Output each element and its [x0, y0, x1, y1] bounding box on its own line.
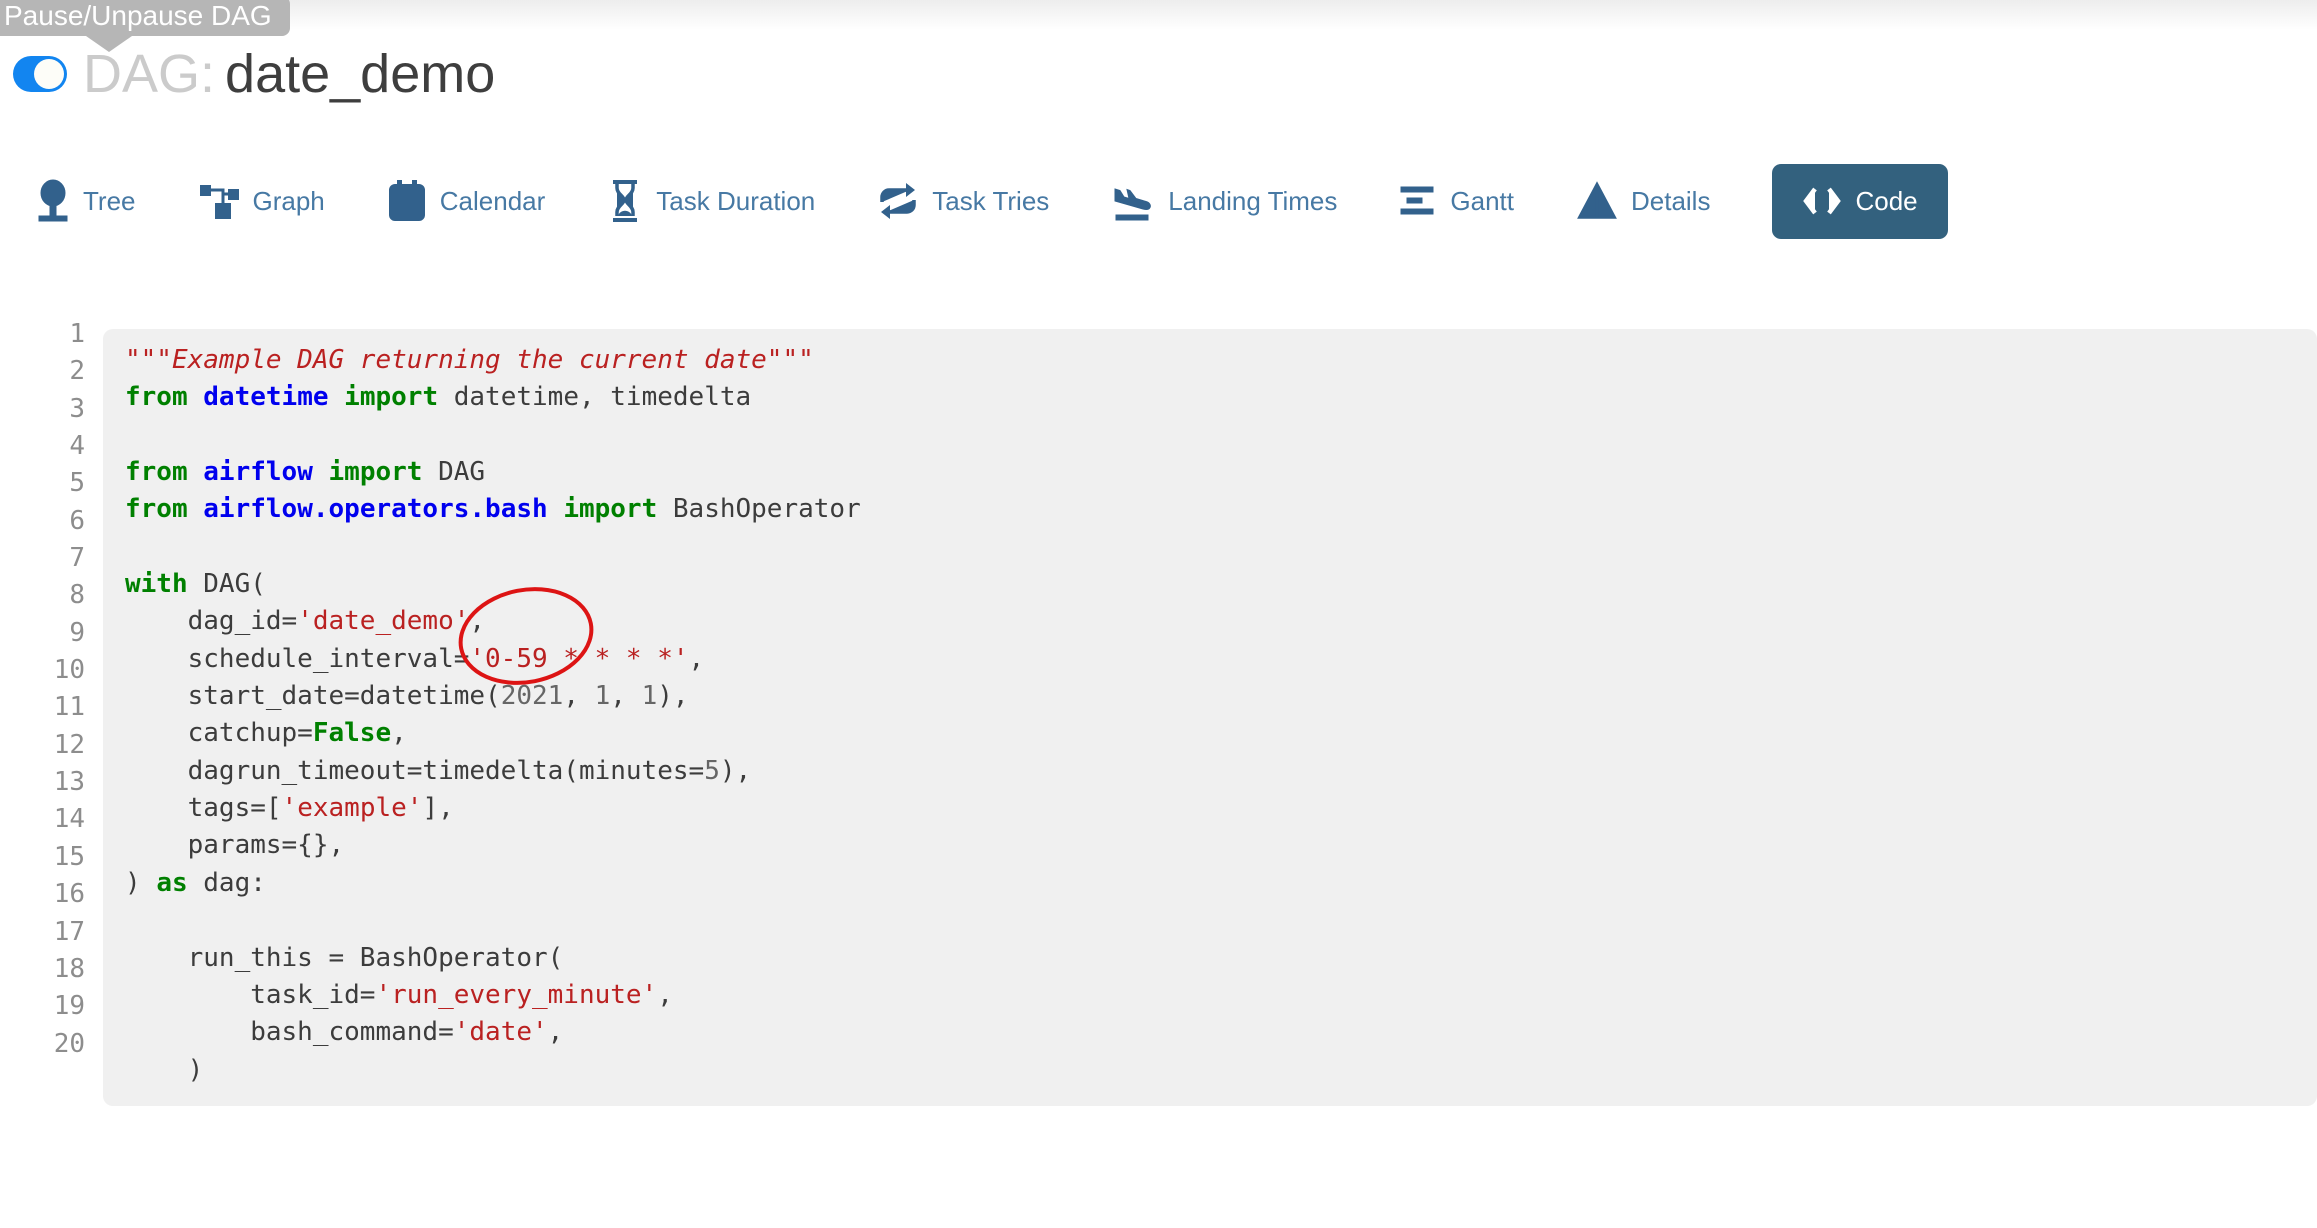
line-number: 14: [0, 801, 85, 838]
tab-landing-times[interactable]: Landing Times: [1111, 179, 1337, 223]
tab-label: Code: [1855, 186, 1917, 217]
gutter-gap: [85, 303, 103, 1132]
line-number: 10: [0, 652, 85, 689]
graph-icon: [198, 180, 240, 222]
line-number: 2: [0, 353, 85, 390]
code-line: dag_id='date_demo',: [125, 603, 2297, 640]
pause-tooltip-text: Pause/Unpause DAG: [4, 0, 272, 32]
tab-details[interactable]: Details: [1576, 181, 1710, 221]
line-number: 12: [0, 727, 85, 764]
code-line: bash_command='date',: [125, 1014, 2297, 1051]
tab-gantt[interactable]: Gantt: [1399, 181, 1514, 221]
dag-name: date_demo: [225, 44, 495, 104]
pause-tooltip: Pause/Unpause DAG: [0, 0, 290, 36]
line-number: 7: [0, 540, 85, 577]
code-line: params={},: [125, 827, 2297, 864]
code-viewer: 1234567891011121314151617181920 """Examp…: [0, 303, 2317, 1132]
line-number: 5: [0, 465, 85, 502]
line-number: 15: [0, 839, 85, 876]
line-number: 16: [0, 876, 85, 913]
tab-label: Graph: [253, 186, 325, 217]
tab-calendar[interactable]: Calendar: [387, 179, 546, 223]
line-number: 1: [0, 316, 85, 353]
line-number: 3: [0, 391, 85, 428]
line-number: 6: [0, 503, 85, 540]
line-number: 8: [0, 577, 85, 614]
tab-label: Task Tries: [932, 186, 1049, 217]
code-line: [125, 902, 2297, 939]
tab-code[interactable]: Code: [1772, 164, 1947, 239]
repeat-icon: [877, 180, 919, 222]
tab-tree[interactable]: Tree: [36, 179, 136, 223]
gantt-bars-icon: [1399, 181, 1437, 221]
dag-header: DAG:date_demo: [13, 44, 495, 104]
toggle-knob: [34, 59, 64, 89]
line-number: 20: [0, 1026, 85, 1063]
top-gradient: [0, 0, 2317, 30]
code-line: tags=['example'],: [125, 790, 2297, 827]
tab-label: Tree: [83, 186, 136, 217]
code-line: start_date=datetime(2021, 1, 1),: [125, 678, 2297, 715]
tab-label: Gantt: [1450, 186, 1514, 217]
tab-graph[interactable]: Graph: [198, 180, 325, 222]
line-number: 19: [0, 988, 85, 1025]
line-number: 4: [0, 428, 85, 465]
code-line: schedule_interval='0-59 * * * *',: [125, 641, 2297, 678]
hourglass-icon: [607, 179, 643, 223]
code-line: ): [125, 1052, 2297, 1089]
tab-label: Landing Times: [1168, 186, 1337, 217]
tab-label: Calendar: [440, 186, 546, 217]
code-line: with DAG(: [125, 566, 2297, 603]
line-number: 17: [0, 914, 85, 951]
tab-task-duration[interactable]: Task Duration: [607, 179, 815, 223]
code-line: """Example DAG returning the current dat…: [125, 342, 2297, 379]
dag-prefix-label: DAG:: [83, 44, 215, 104]
calendar-icon: [387, 179, 427, 223]
tab-label: Task Duration: [656, 186, 815, 217]
code-brackets-icon: [1802, 184, 1842, 218]
line-number: 13: [0, 764, 85, 801]
details-triangle-icon: [1576, 181, 1618, 221]
code-line: [125, 417, 2297, 454]
code-line: ) as dag:: [125, 865, 2297, 902]
code-lines: """Example DAG returning the current dat…: [103, 329, 2317, 1106]
code-line: from datetime import datetime, timedelta: [125, 379, 2297, 416]
page-title: DAG:date_demo: [83, 44, 495, 104]
code-line: run_this = BashOperator(: [125, 940, 2297, 977]
code-line: from airflow import DAG: [125, 454, 2297, 491]
line-number: 18: [0, 951, 85, 988]
tree-icon: [36, 179, 70, 223]
code-line: catchup=False,: [125, 715, 2297, 752]
plane-landing-icon: [1111, 179, 1155, 223]
tab-label: Details: [1631, 186, 1710, 217]
view-tabs: Tree Graph Calendar: [36, 160, 1948, 242]
code-line: task_id='run_every_minute',: [125, 977, 2297, 1014]
code-line: from airflow.operators.bash import BashO…: [125, 491, 2297, 528]
code-line: dagrun_timeout=timedelta(minutes=5),: [125, 753, 2297, 790]
code-line: [125, 529, 2297, 566]
line-number: 9: [0, 615, 85, 652]
line-number: 11: [0, 689, 85, 726]
dag-code-page: Pause/Unpause DAG DAG:date_demo Tree: [0, 0, 2317, 1228]
line-numbers: 1234567891011121314151617181920: [0, 303, 85, 1132]
tab-task-tries[interactable]: Task Tries: [877, 180, 1049, 222]
pause-toggle[interactable]: [13, 56, 67, 92]
